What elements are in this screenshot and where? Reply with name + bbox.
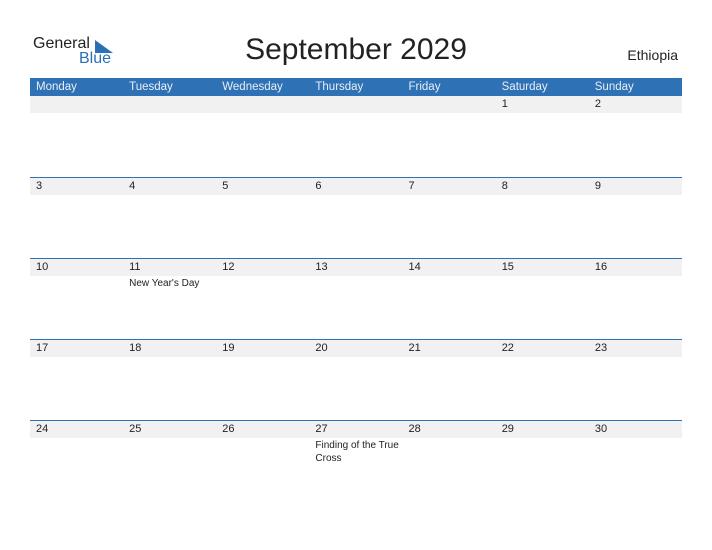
weekday-thursday: Thursday xyxy=(315,81,364,93)
weekday-wednesday: Wednesday xyxy=(222,81,283,93)
day-cell[interactable]: 16 xyxy=(589,259,682,340)
day-number: 1 xyxy=(501,98,508,110)
day-number: 2 xyxy=(594,98,601,110)
holiday-label: New Year's Day xyxy=(129,278,200,289)
day-number: 27 xyxy=(315,423,328,435)
day-cell[interactable]: 14 xyxy=(403,259,496,340)
day-cell[interactable]: 11 New Year's Day xyxy=(123,259,216,340)
day-cell[interactable]: 24 xyxy=(30,421,123,502)
day-cell[interactable] xyxy=(309,96,402,177)
day-cell[interactable]: 25 xyxy=(123,421,216,502)
day-number: 9 xyxy=(594,180,601,192)
day-cell[interactable]: 4 xyxy=(123,178,216,259)
day-number: 19 xyxy=(222,342,235,354)
day-cell[interactable]: 9 xyxy=(589,178,682,259)
day-number: 23 xyxy=(594,342,608,354)
weekday-friday: Friday xyxy=(408,81,441,93)
day-number: 6 xyxy=(315,180,322,192)
weekday-saturday: Saturday xyxy=(501,81,548,93)
holiday-label: Finding of the True Cross xyxy=(315,440,399,464)
day-number: 18 xyxy=(129,342,142,354)
day-number: 24 xyxy=(36,423,49,435)
day-cell[interactable] xyxy=(30,96,123,177)
weekday-header: Monday Tuesday Wednesday Thursday Friday Satu… xyxy=(30,78,682,96)
weekday-tuesday: Tuesday xyxy=(129,81,173,93)
day-number: 17 xyxy=(36,342,49,354)
day-number: 20 xyxy=(315,342,328,354)
day-cell[interactable]: 6 xyxy=(309,178,402,259)
day-number: 11 xyxy=(129,261,141,273)
day-cell[interactable]: 21 xyxy=(403,340,496,421)
weekday-sunday: Sunday xyxy=(594,81,634,93)
day-number: 5 xyxy=(222,180,229,192)
day-number: 4 xyxy=(129,180,136,192)
day-number: 14 xyxy=(408,261,421,273)
day-cell[interactable]: 12 xyxy=(216,259,309,340)
day-number: 30 xyxy=(594,423,608,435)
day-cell[interactable]: 18 xyxy=(123,340,216,421)
day-number: 21 xyxy=(408,342,421,354)
day-cell[interactable]: 2 xyxy=(589,96,682,177)
day-number: 10 xyxy=(36,261,49,273)
country-label: Ethiopia xyxy=(627,47,678,63)
day-cell[interactable]: 15 xyxy=(496,259,589,340)
day-cell[interactable]: 13 xyxy=(309,259,402,340)
week-row: 10 11 New Year's Day 12 13 14 15 16 xyxy=(30,258,682,340)
day-cell[interactable]: 3 xyxy=(30,178,123,259)
day-number: 22 xyxy=(501,342,514,354)
day-cell[interactable]: 22 xyxy=(496,340,589,421)
week-row: 17 18 19 20 21 22 23 xyxy=(30,339,682,421)
day-number: 7 xyxy=(408,180,415,192)
day-cell[interactable]: 5 xyxy=(216,178,309,259)
day-cell[interactable]: 29 xyxy=(496,421,589,502)
day-cell[interactable]: 28 xyxy=(403,421,496,502)
day-cell[interactable] xyxy=(123,96,216,177)
day-cell[interactable]: 27 Finding of the True Cross xyxy=(309,421,402,502)
day-cell[interactable]: 17 xyxy=(30,340,123,421)
day-cell[interactable]: 19 xyxy=(216,340,309,421)
day-number: 28 xyxy=(408,423,421,435)
day-number: 26 xyxy=(222,423,235,435)
day-number: 25 xyxy=(129,423,142,435)
day-cell[interactable]: 30 xyxy=(589,421,682,502)
day-number: 8 xyxy=(501,180,508,192)
day-cell[interactable]: 8 xyxy=(496,178,589,259)
day-number: 3 xyxy=(36,180,43,192)
day-number: 13 xyxy=(315,261,328,273)
week-row: 24 25 26 27 Finding of the True Cross 28 29 30 xyxy=(30,420,682,502)
day-cell[interactable]: 26 xyxy=(216,421,309,502)
week-row: 3 4 5 6 7 8 9 xyxy=(30,177,682,259)
day-number: 15 xyxy=(501,261,514,273)
day-cell[interactable] xyxy=(216,96,309,177)
day-number: 29 xyxy=(501,423,514,435)
calendar-title: September 2029 xyxy=(245,33,467,66)
day-cell[interactable]: 20 xyxy=(309,340,402,421)
weekday-monday: Monday xyxy=(36,81,77,93)
day-cell[interactable]: 10 xyxy=(30,259,123,340)
day-cell[interactable]: 1 xyxy=(496,96,589,177)
day-cell[interactable]: 7 xyxy=(403,178,496,259)
day-cell[interactable]: 23 xyxy=(589,340,682,421)
day-cell[interactable] xyxy=(403,96,496,177)
day-number: 16 xyxy=(594,261,608,273)
week-row: 12 xyxy=(30,96,682,177)
day-number: 12 xyxy=(222,261,235,273)
